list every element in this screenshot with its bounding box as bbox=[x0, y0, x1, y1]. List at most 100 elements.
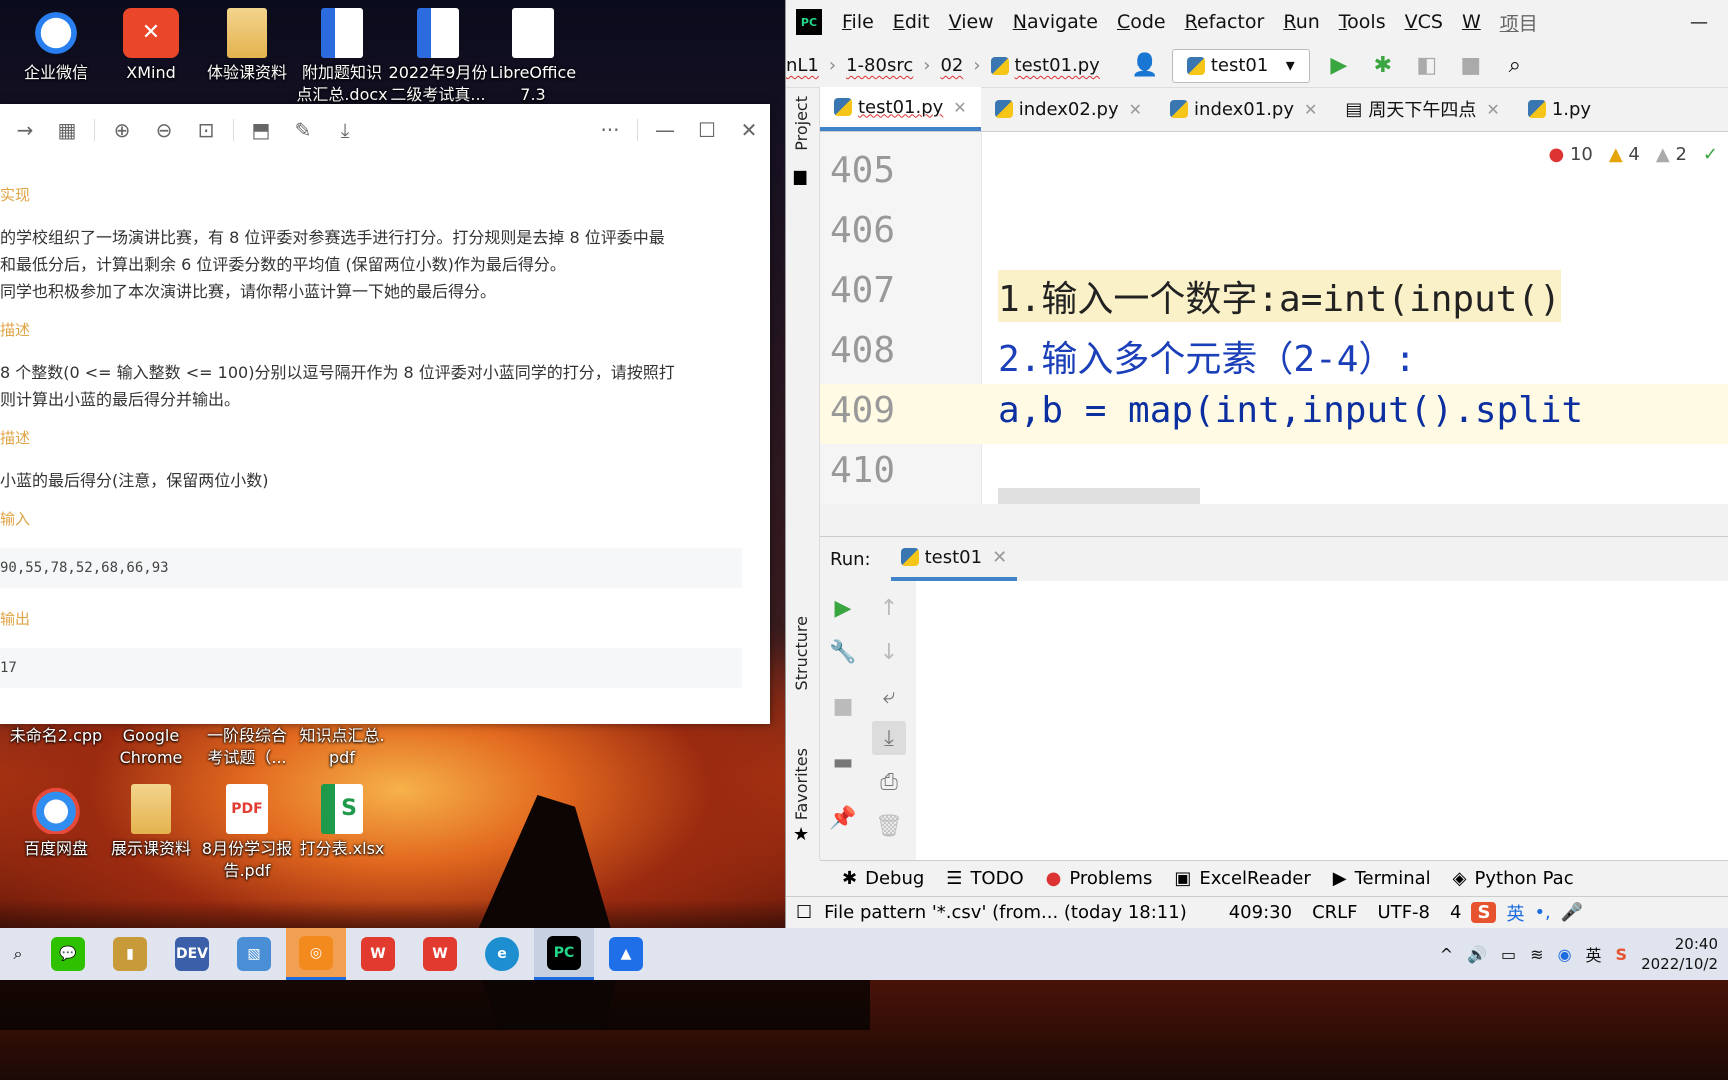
menu-view[interactable]: View bbox=[949, 11, 994, 33]
menu-window[interactable]: W bbox=[1462, 11, 1481, 33]
menu-run[interactable]: Run bbox=[1283, 11, 1319, 33]
taskbar-edge[interactable]: e bbox=[472, 928, 532, 980]
tab-text-file[interactable]: ▤ 周天下午四点 ✕ bbox=[1331, 87, 1513, 131]
tab-1py[interactable]: 1.py bbox=[1514, 87, 1605, 131]
zoom-in-icon[interactable]: ⊕ bbox=[101, 112, 143, 148]
line-separator[interactable]: CRLF bbox=[1312, 902, 1357, 923]
rerun-icon[interactable]: ▶ bbox=[826, 591, 860, 625]
menu-tools[interactable]: Tools bbox=[1339, 11, 1386, 33]
close-tab-icon[interactable]: ✕ bbox=[1486, 100, 1499, 119]
shield-icon[interactable]: ◉ bbox=[1558, 945, 1572, 964]
desktop-icon-baidu[interactable]: 百度网盘 bbox=[6, 784, 106, 860]
scroll-to-end-icon[interactable]: ⤓ bbox=[872, 721, 906, 755]
desktop-icon-docx[interactable]: 附加题知识 点汇总.docx bbox=[292, 8, 392, 106]
indent-setting[interactable]: 4 bbox=[1450, 902, 1461, 923]
download-icon[interactable]: ⤓ bbox=[324, 112, 366, 148]
taskbar-pycharm[interactable]: PC bbox=[534, 928, 594, 980]
taskbar-notes[interactable]: ▮ bbox=[100, 928, 160, 980]
zoom-out-icon[interactable]: ⊖ bbox=[143, 112, 185, 148]
close-tab-icon[interactable]: ✕ bbox=[992, 547, 1007, 568]
stop-icon[interactable]: ■ bbox=[826, 689, 860, 723]
status-message[interactable]: File pattern '*.csv' (from... (today 18:… bbox=[824, 902, 1187, 923]
desktop-icon-exam[interactable]: 2022年9月份 二级考试真... bbox=[388, 8, 488, 106]
desktop-icon-exam-set[interactable]: 一阶段综合 考试题（... bbox=[197, 725, 297, 769]
terminal-tool-button[interactable]: ▶ Terminal bbox=[1333, 868, 1431, 889]
breadcrumb-item[interactable]: 02 bbox=[940, 55, 963, 76]
close-tab-icon[interactable]: ✕ bbox=[953, 98, 966, 117]
todo-tool-button[interactable]: ☰ TODO bbox=[946, 868, 1023, 889]
structure-tool-tab[interactable]: Structure bbox=[792, 616, 811, 690]
menu-navigate[interactable]: Navigate bbox=[1013, 11, 1098, 33]
desktop-icon-showcase[interactable]: 展示课资料 bbox=[101, 784, 201, 860]
microphone-icon[interactable]: 🎤 bbox=[1561, 902, 1583, 923]
battery-icon[interactable]: ▭ bbox=[1501, 945, 1516, 964]
pin-icon[interactable]: 📌 bbox=[826, 801, 860, 835]
debug-bug-icon[interactable]: ✱ bbox=[1368, 51, 1398, 81]
favorites-tool-tab[interactable]: Favorites bbox=[792, 748, 811, 820]
inspection-widget[interactable]: ● 10 ▲ 4 ▲ 2 ✓ bbox=[1548, 144, 1718, 165]
project-tool-tab[interactable]: Project bbox=[792, 96, 811, 151]
python-packages-tool-button[interactable]: ◈ Python Pac bbox=[1453, 868, 1574, 889]
minimize-icon[interactable]: — bbox=[1690, 12, 1708, 33]
taskbar-meeting[interactable]: ▲ bbox=[596, 928, 656, 980]
desktop-icon-wecom[interactable]: 企业微信 bbox=[6, 8, 106, 84]
breadcrumb-item[interactable]: nL1 bbox=[786, 55, 819, 76]
soft-wrap-icon[interactable]: ⤶ bbox=[872, 679, 906, 713]
layout-toggle-icon[interactable]: ☐ bbox=[796, 902, 812, 923]
coverage-icon[interactable]: ◧ bbox=[1412, 51, 1442, 81]
debug-tool-button[interactable]: ✱ Debug bbox=[842, 868, 924, 889]
print-icon[interactable]: ⎙ bbox=[872, 765, 906, 799]
run-icon[interactable]: ▶ bbox=[1324, 51, 1354, 81]
desktop-icon-xmind[interactable]: ✕ XMind bbox=[101, 8, 201, 84]
arrow-up-icon[interactable]: ↑ bbox=[872, 591, 906, 625]
wrench-icon[interactable]: 🔧 bbox=[826, 635, 860, 669]
user-icon[interactable]: 👤 bbox=[1130, 51, 1160, 81]
forward-arrow-icon[interactable]: → bbox=[4, 112, 46, 148]
taskbar-wechat[interactable]: 💬 bbox=[38, 928, 98, 980]
breadcrumb-item[interactable]: 1-80src bbox=[846, 55, 913, 76]
search-icon[interactable]: ⌕ bbox=[0, 928, 36, 980]
menu-code[interactable]: Code bbox=[1117, 11, 1166, 33]
close-tab-icon[interactable]: ✕ bbox=[1129, 100, 1142, 119]
close-tab-icon[interactable]: ✕ bbox=[1304, 100, 1317, 119]
trash-icon[interactable]: 🗑 bbox=[872, 809, 906, 843]
arrow-down-icon[interactable]: ↓ bbox=[872, 635, 906, 669]
tab-index01[interactable]: index01.py ✕ bbox=[1156, 87, 1331, 131]
fit-page-icon[interactable]: ⊡ bbox=[185, 112, 227, 148]
problems-tool-button[interactable]: ● Problems bbox=[1046, 868, 1153, 889]
stop-icon[interactable]: ■ bbox=[1456, 51, 1486, 81]
taskbar-wps-2[interactable]: W bbox=[410, 928, 470, 980]
taskbar-whiteboard[interactable]: ▧ bbox=[224, 928, 284, 980]
breadcrumb-item[interactable]: test01.py bbox=[1015, 55, 1100, 76]
desktop-icon-xlsx[interactable]: S 打分表.xlsx bbox=[292, 784, 392, 860]
menu-refactor[interactable]: Refactor bbox=[1185, 11, 1265, 33]
desktop-icon-chrome[interactable]: Google Chrome bbox=[101, 725, 201, 769]
menu-edit[interactable]: Edit bbox=[893, 11, 930, 33]
wifi-icon[interactable]: ≋ bbox=[1530, 945, 1543, 964]
ime-indicator[interactable]: 英 bbox=[1586, 942, 1602, 966]
menu-vcs[interactable]: VCS bbox=[1405, 11, 1443, 33]
run-configuration-select[interactable]: test01 ▾ bbox=[1171, 48, 1310, 83]
more-options-icon[interactable]: ··· bbox=[589, 112, 631, 148]
punctuation-icon[interactable]: •, bbox=[1534, 902, 1550, 923]
tab-test01[interactable]: test01.py ✕ bbox=[820, 87, 981, 131]
taskbar-devcpp[interactable]: DEV bbox=[162, 928, 222, 980]
menu-file[interactable]: File bbox=[842, 11, 874, 33]
cursor-position[interactable]: 409:30 bbox=[1229, 902, 1292, 923]
horizontal-scrollbar[interactable] bbox=[998, 488, 1200, 504]
file-encoding[interactable]: UTF-8 bbox=[1378, 902, 1430, 923]
tab-index02[interactable]: index02.py ✕ bbox=[981, 87, 1156, 131]
desktop-icon-libreoffice[interactable]: LibreOffice 7.3 bbox=[483, 8, 583, 106]
sogou-ime-icon[interactable]: S bbox=[1471, 902, 1497, 923]
run-tab-test01[interactable]: test01 ✕ bbox=[890, 537, 1018, 581]
sogou-tray-icon[interactable]: S bbox=[1616, 945, 1628, 964]
edit-icon[interactable]: ✎ bbox=[282, 112, 324, 148]
desktop-icon-folder[interactable]: 体验课资料 bbox=[197, 8, 297, 84]
ime-mode[interactable]: 英 bbox=[1506, 900, 1524, 926]
close-icon[interactable]: ✕ bbox=[728, 112, 770, 148]
rotate-icon[interactable]: ⬒ bbox=[240, 112, 282, 148]
excelreader-tool-button[interactable]: ▣ ExcelReader bbox=[1174, 868, 1310, 889]
layout-icon[interactable]: ▬ bbox=[826, 745, 860, 779]
taskbar-wps-1[interactable]: W bbox=[348, 928, 408, 980]
code-editor[interactable]: ● 10 ▲ 4 ▲ 2 ✓ 405 406 407 408 409 410 1… bbox=[820, 132, 1728, 504]
